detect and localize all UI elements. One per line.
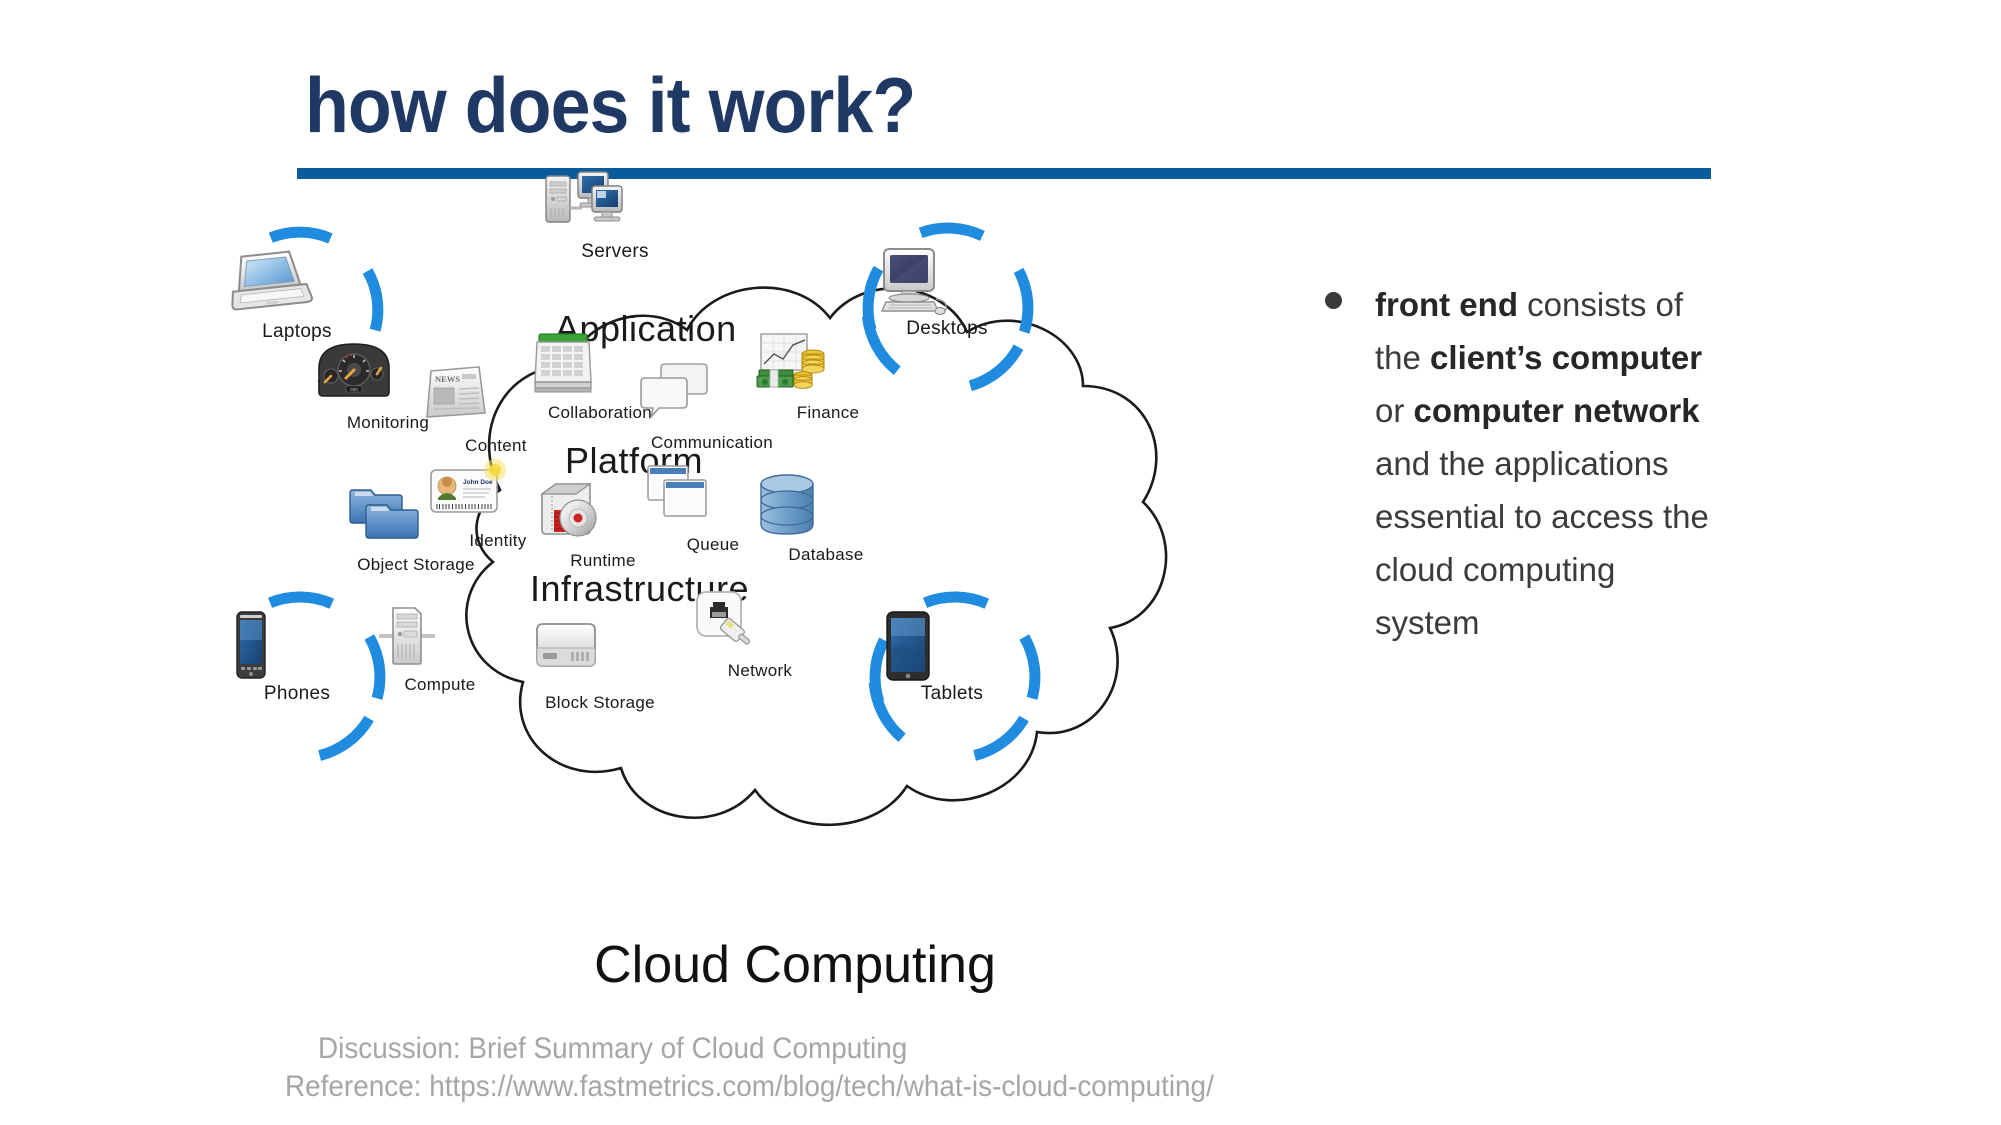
node-label: Compute: [404, 675, 476, 694]
badge-name-text: John Doe: [463, 479, 493, 486]
node-label: Communication: [650, 433, 773, 452]
svg-text:NEWS: NEWS: [435, 374, 460, 384]
node-block-storage[interactable]: Block Storage: [525, 620, 675, 713]
database-icon: [751, 472, 901, 542]
servers-icon: [540, 168, 690, 238]
node-label: Phones: [263, 683, 331, 704]
title-underline-rule: [297, 168, 1711, 179]
slide-root: how does it work? Application Platform I…: [0, 0, 2001, 1125]
node-label: Finance: [796, 403, 860, 422]
node-tablets[interactable]: Tablets: [877, 610, 1027, 705]
page-title: how does it work?: [305, 61, 916, 149]
node-laptops[interactable]: Laptops: [222, 248, 372, 343]
slide-caption: Discussion: Brief Summary of Cloud Compu…: [0, 1030, 1700, 1106]
node-label: Servers: [581, 241, 649, 262]
node-phones[interactable]: Phones: [222, 610, 372, 705]
hard-drive-icon: [525, 620, 675, 690]
node-label: Content: [465, 436, 527, 455]
node-desktops[interactable]: Desktops: [872, 245, 1022, 340]
tablet-icon: [877, 610, 1027, 681]
node-servers[interactable]: Servers: [540, 168, 690, 263]
server-tower-icon: [365, 602, 515, 672]
node-network[interactable]: Network: [685, 588, 835, 681]
node-database[interactable]: Database: [751, 472, 901, 565]
node-finance[interactable]: Finance: [753, 330, 903, 423]
ethernet-icon: [685, 588, 835, 658]
cloud-computing-diagram: Application Platform Infrastructure Serv…: [231, 171, 1335, 1020]
laptop-icon: [222, 248, 372, 318]
caption-reference[interactable]: Reference: https://www.fastmetrics.com/b…: [285, 1068, 1601, 1106]
phone-icon: [222, 610, 372, 680]
desktop-icon: [872, 245, 1022, 315]
bullet-dot-icon: [1325, 292, 1342, 309]
money-chart-icon: [753, 330, 903, 400]
svg-text:000: 000: [350, 387, 358, 392]
node-label: Database: [788, 545, 864, 564]
node-compute[interactable]: Compute: [365, 602, 515, 695]
node-label: Block Storage: [545, 693, 655, 712]
front-end-bullet-text: front end consists of the client’s compu…: [1375, 286, 1709, 641]
node-label: Network: [727, 661, 793, 680]
node-label: Object Storage: [357, 555, 475, 574]
caption-discussion: Discussion: Brief Summary of Cloud Compu…: [318, 1032, 908, 1065]
cloud-computing-title: Cloud Computing: [594, 936, 996, 994]
node-label: Tablets: [920, 683, 984, 704]
